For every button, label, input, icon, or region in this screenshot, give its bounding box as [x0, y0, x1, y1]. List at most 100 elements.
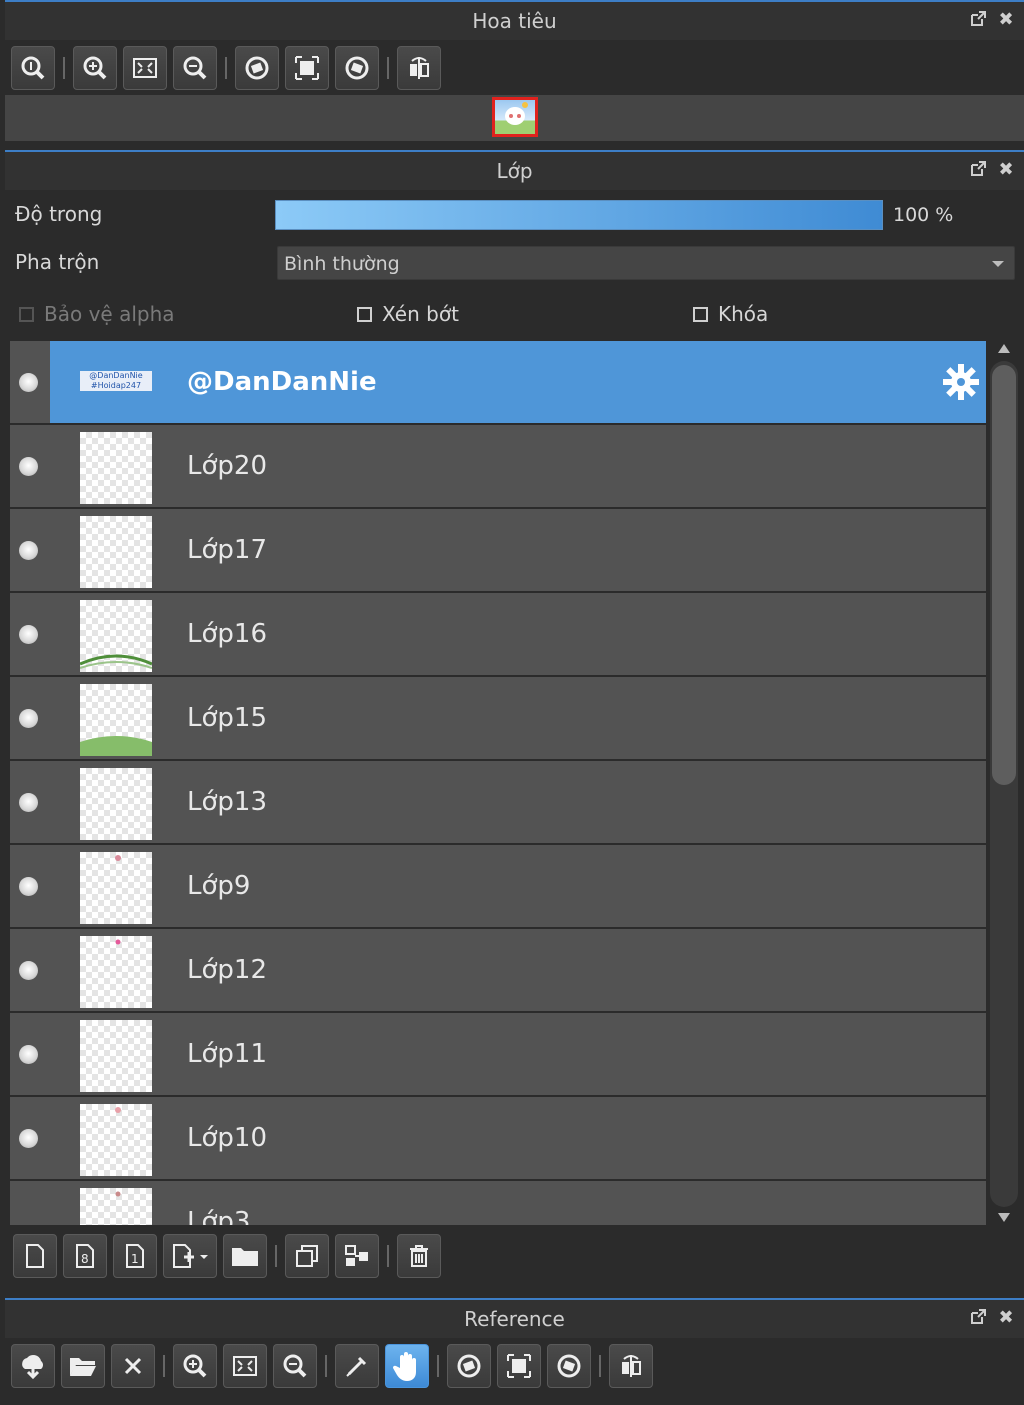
zoom-in-icon: [83, 56, 107, 80]
layer-name[interactable]: Lớp3: [187, 1207, 250, 1225]
new-1bit-layer-button[interactable]: 1: [113, 1234, 157, 1278]
ref-fit-screen-button[interactable]: [223, 1344, 267, 1388]
new-layer-button[interactable]: [13, 1234, 57, 1278]
eyedropper-button[interactable]: [335, 1344, 379, 1388]
scroll-up-icon[interactable]: [998, 344, 1010, 353]
layer-row[interactable]: Lớp9: [10, 845, 986, 927]
rotate-right-button[interactable]: [335, 46, 379, 90]
visibility-toggle[interactable]: [10, 593, 50, 675]
popout-icon[interactable]: [968, 9, 988, 29]
layer-name[interactable]: @DanDanNie: [187, 367, 377, 397]
clear-reference-button[interactable]: [111, 1344, 155, 1388]
visibility-toggle[interactable]: [10, 425, 50, 507]
popout-icon[interactable]: [968, 1307, 988, 1327]
layer-name[interactable]: Lớp11: [187, 1039, 267, 1069]
layer-row[interactable]: @DanDanNie #Hoidap247 @DanDanNie: [10, 341, 986, 423]
navigator-thumbnail[interactable]: [492, 97, 538, 137]
layer-row[interactable]: Lớp11: [10, 1013, 986, 1095]
scroll-thumb[interactable]: [992, 365, 1016, 785]
folder-icon: [232, 1248, 258, 1266]
visibility-toggle[interactable]: [10, 1097, 50, 1179]
ref-rotate-right-button[interactable]: [547, 1344, 591, 1388]
lock-checkbox[interactable]: Khóa: [693, 302, 768, 326]
close-icon[interactable]: ✖: [996, 9, 1016, 30]
ref-flip-horizontal-button[interactable]: [609, 1344, 653, 1388]
add-layer-dropdown-button[interactable]: [163, 1234, 217, 1278]
duplicate-icon: [296, 1245, 318, 1267]
ref-zoom-in-button[interactable]: [173, 1344, 217, 1388]
delete-layer-button[interactable]: [397, 1234, 441, 1278]
layer-row[interactable]: Lớp12: [10, 929, 986, 1011]
ref-rotate-left-button[interactable]: [447, 1344, 491, 1388]
layer-name[interactable]: Lớp20: [187, 451, 267, 481]
opacity-label: Độ trong: [15, 202, 103, 226]
navigator-title: Hoa tiêu: [472, 9, 557, 33]
zoom-actual-button[interactable]: [11, 46, 55, 90]
flip-horizontal-button[interactable]: [397, 46, 441, 90]
layer-name[interactable]: Lớp9: [187, 871, 250, 901]
layer-row[interactable]: Lớp13: [10, 761, 986, 843]
visibility-toggle[interactable]: [10, 761, 50, 843]
layer-name[interactable]: Lớp13: [187, 787, 267, 817]
fit-screen-button[interactable]: [123, 46, 167, 90]
popout-icon[interactable]: [968, 159, 988, 179]
fit-rotate-icon: [507, 1354, 531, 1378]
layer-row[interactable]: Lớp3: [10, 1181, 986, 1225]
close-icon[interactable]: ✖: [996, 159, 1016, 180]
ref-fit-rotate-button[interactable]: [497, 1344, 541, 1388]
toolbar-divider: [325, 1355, 327, 1377]
close-icon[interactable]: ✖: [996, 1307, 1016, 1328]
layer-row[interactable]: Lớp20: [10, 425, 986, 507]
layer-name[interactable]: Lớp10: [187, 1123, 267, 1153]
layer-row[interactable]: Lớp15: [10, 677, 986, 759]
ref-zoom-out-button[interactable]: [273, 1344, 317, 1388]
hand-tool-button[interactable]: [385, 1344, 429, 1388]
clipping-checkbox[interactable]: Xén bớt: [357, 302, 459, 326]
open-file-button[interactable]: [61, 1344, 105, 1388]
layer-row[interactable]: Lớp16: [10, 593, 986, 675]
cloud-download-icon: [22, 1354, 43, 1380]
layer-list[interactable]: @DanDanNie #Hoidap247 @DanDanNie Lớp20 L…: [10, 341, 986, 1225]
visibility-toggle[interactable]: [10, 677, 50, 759]
navigator-toolbar: [5, 40, 1024, 96]
opacity-slider[interactable]: [275, 200, 883, 230]
toolbar-divider: [63, 57, 65, 79]
scroll-down-icon[interactable]: [998, 1213, 1010, 1222]
visibility-toggle[interactable]: [10, 929, 50, 1011]
layer-name[interactable]: Lớp16: [187, 619, 267, 649]
rotate-left-button[interactable]: [235, 46, 279, 90]
load-from-canvas-button[interactable]: [11, 1344, 55, 1388]
fit-rotate-button[interactable]: [285, 46, 329, 90]
layer-list-scrollbar[interactable]: [988, 341, 1020, 1225]
eye-icon: [19, 709, 38, 728]
visibility-toggle[interactable]: [10, 509, 50, 591]
duplicate-layer-button[interactable]: [285, 1234, 329, 1278]
zoom-actual-icon: [21, 56, 45, 80]
1bit-layer-icon: 1: [126, 1244, 144, 1268]
toolbar-divider: [599, 1355, 601, 1377]
layer-thumbnail: [80, 936, 152, 1008]
toolbar-divider: [387, 1245, 389, 1267]
merge-layer-button[interactable]: [335, 1234, 379, 1278]
zoom-in-button[interactable]: [73, 46, 117, 90]
protect-alpha-checkbox[interactable]: Bảo vệ alpha: [19, 302, 175, 326]
layer-row[interactable]: Lớp17: [10, 509, 986, 591]
layer-name[interactable]: Lớp15: [187, 703, 267, 733]
new-folder-button[interactable]: [223, 1234, 267, 1278]
visibility-toggle[interactable]: [10, 845, 50, 927]
zoom-out-icon: [183, 56, 207, 80]
flip-horizontal-icon: [622, 1355, 641, 1377]
visibility-toggle[interactable]: [10, 1013, 50, 1095]
gear-icon[interactable]: [942, 363, 980, 401]
layer-name[interactable]: Lớp12: [187, 955, 267, 985]
blend-mode-select[interactable]: Bình thường: [277, 246, 1015, 280]
new-8bit-layer-button[interactable]: 8: [63, 1234, 107, 1278]
layer-row[interactable]: Lớp10: [10, 1097, 986, 1179]
zoom-in-icon: [183, 1354, 207, 1378]
blend-label: Pha trộn: [15, 250, 100, 274]
zoom-out-button[interactable]: [173, 46, 217, 90]
layer-name[interactable]: Lớp17: [187, 535, 267, 565]
visibility-toggle[interactable]: [10, 341, 50, 423]
checkbox-icon: [19, 306, 34, 322]
chevron-down-icon: [992, 261, 1004, 267]
